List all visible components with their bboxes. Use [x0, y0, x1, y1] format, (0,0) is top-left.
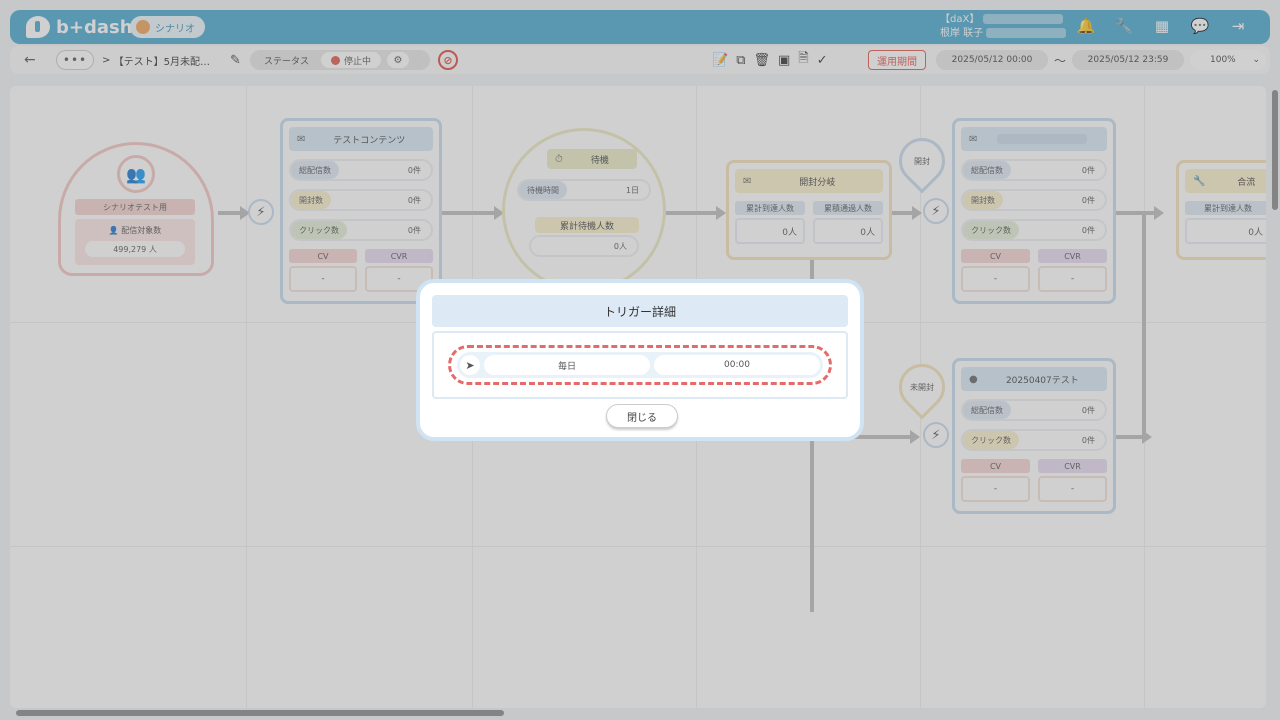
- trigger-time: 00:00: [654, 355, 820, 375]
- trigger-detail-modal: トリガー詳細 ➤ 毎日 00:00 閉じる: [416, 279, 864, 441]
- modal-title: トリガー詳細: [432, 295, 848, 327]
- trigger-row-highlight: ➤ 毎日 00:00: [448, 345, 832, 385]
- send-icon: ➤: [460, 355, 480, 375]
- trigger-setting: ➤ 毎日 00:00: [457, 352, 823, 378]
- trigger-frequency: 毎日: [484, 355, 650, 375]
- close-button[interactable]: 閉じる: [606, 404, 678, 428]
- modal-body: ➤ 毎日 00:00: [432, 331, 848, 399]
